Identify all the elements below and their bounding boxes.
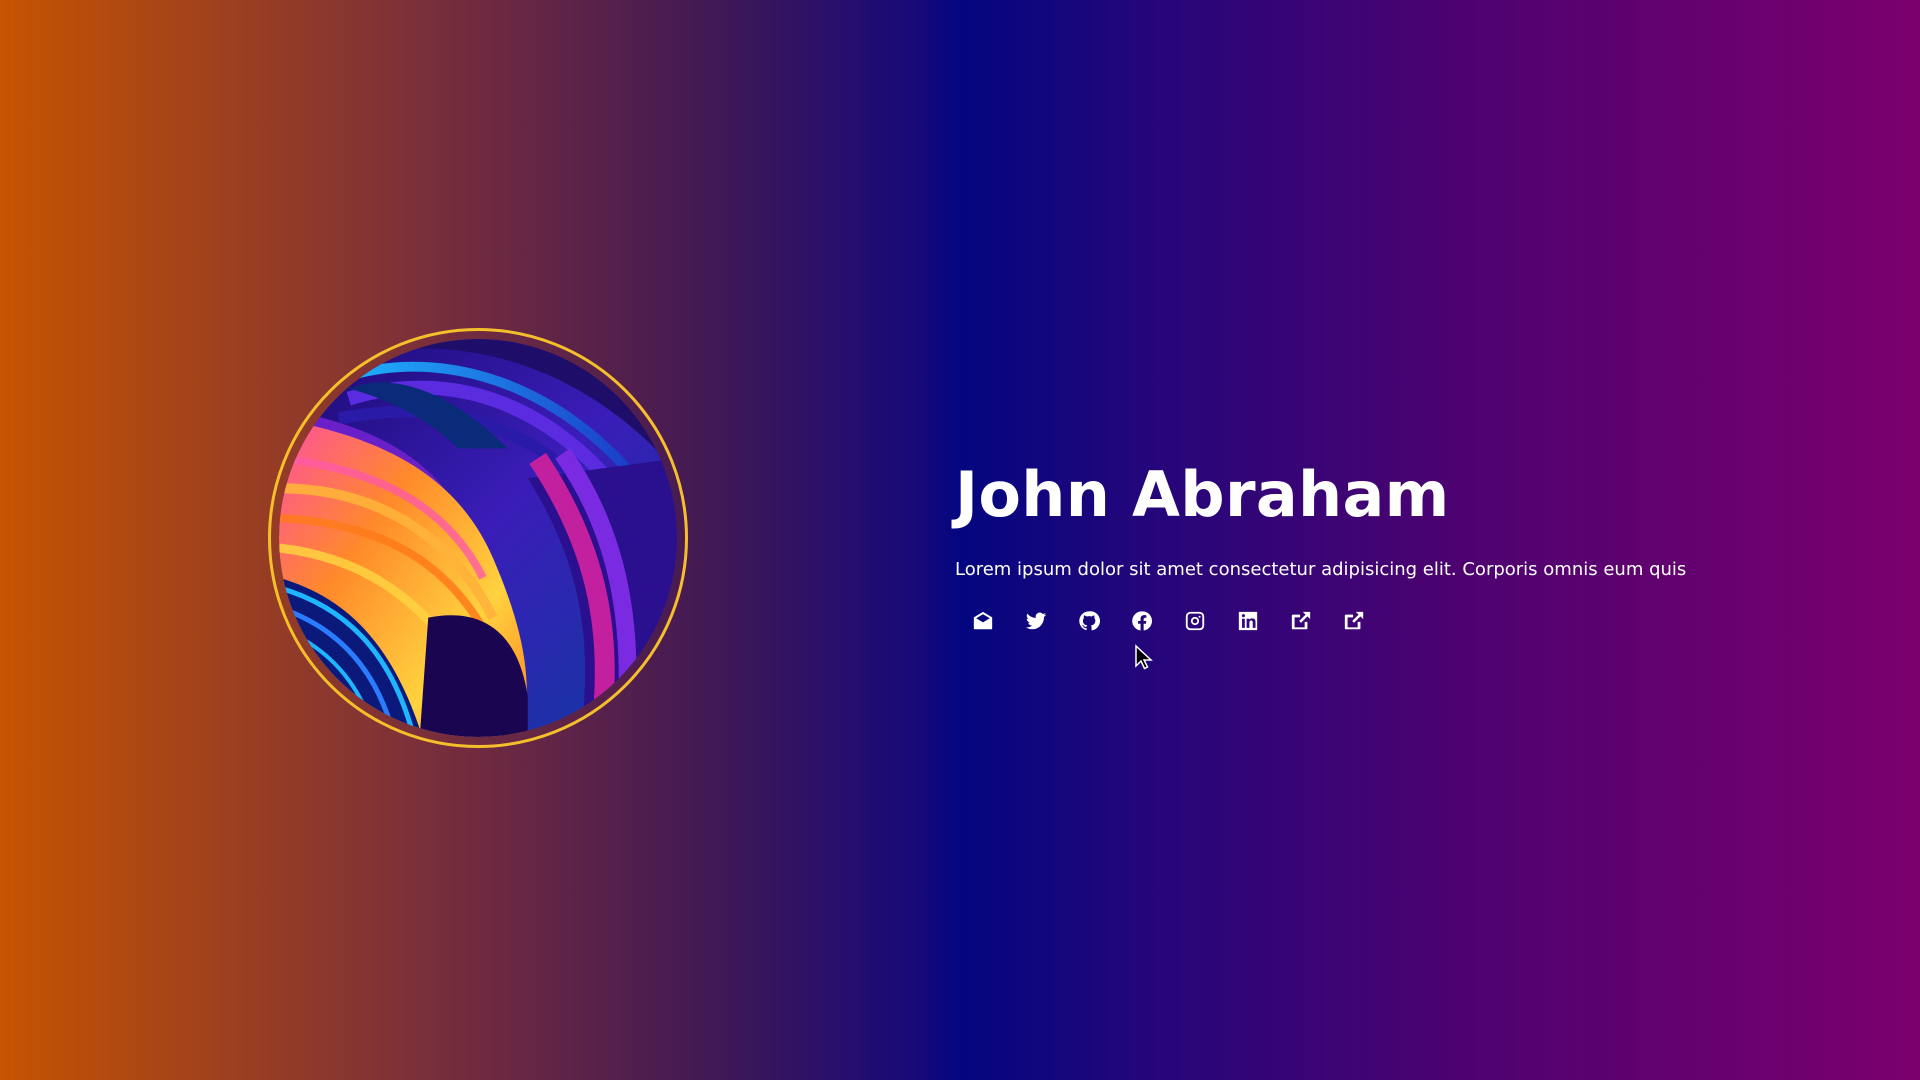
profile-name: John Abraham [955,458,1450,531]
facebook-link[interactable] [1124,603,1159,638]
twitter-link[interactable] [1018,603,1053,638]
instagram-icon [1185,611,1204,630]
twitter-icon [1025,612,1046,629]
social-links [965,603,1775,638]
linkedin-link[interactable] [1230,603,1265,638]
instagram-link[interactable] [1177,603,1212,638]
profile-info: John Abraham Lorem ipsum dolor sit amet … [955,455,1775,638]
profile-avatar [268,328,688,748]
linkedin-icon [1238,611,1257,630]
profile-bio: Lorem ipsum dolor sit amet consectetur a… [955,559,1687,580]
external-link-icon [1344,611,1363,629]
mail-link[interactable] [965,603,1000,638]
external-link-icon [1291,611,1310,629]
github-icon [1078,610,1100,630]
github-link[interactable] [1071,603,1106,638]
mail-open-icon [973,611,992,629]
facebook-icon [1131,610,1152,631]
external-link-2[interactable] [1336,603,1371,638]
avatar-abstract-image [279,339,677,737]
mouse-cursor-icon [1135,644,1153,670]
external-link-1[interactable] [1283,603,1318,638]
